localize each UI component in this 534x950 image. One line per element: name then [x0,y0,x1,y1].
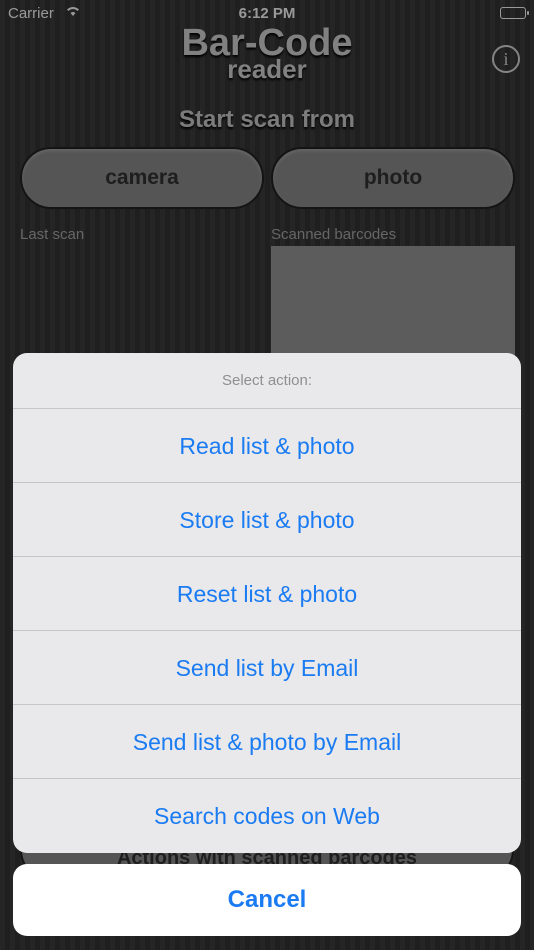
action-sheet-title: Select action: [13,353,521,409]
store-list-photo-button[interactable]: Store list & photo [13,483,521,557]
action-sheet: Select action: Read list & photo Store l… [13,353,521,853]
read-list-photo-button[interactable]: Read list & photo [13,409,521,483]
send-list-email-button[interactable]: Send list by Email [13,631,521,705]
cancel-button[interactable]: Cancel [13,864,521,936]
send-list-photo-email-button[interactable]: Send list & photo by Email [13,705,521,779]
search-codes-web-button[interactable]: Search codes on Web [13,779,521,853]
reset-list-photo-button[interactable]: Reset list & photo [13,557,521,631]
